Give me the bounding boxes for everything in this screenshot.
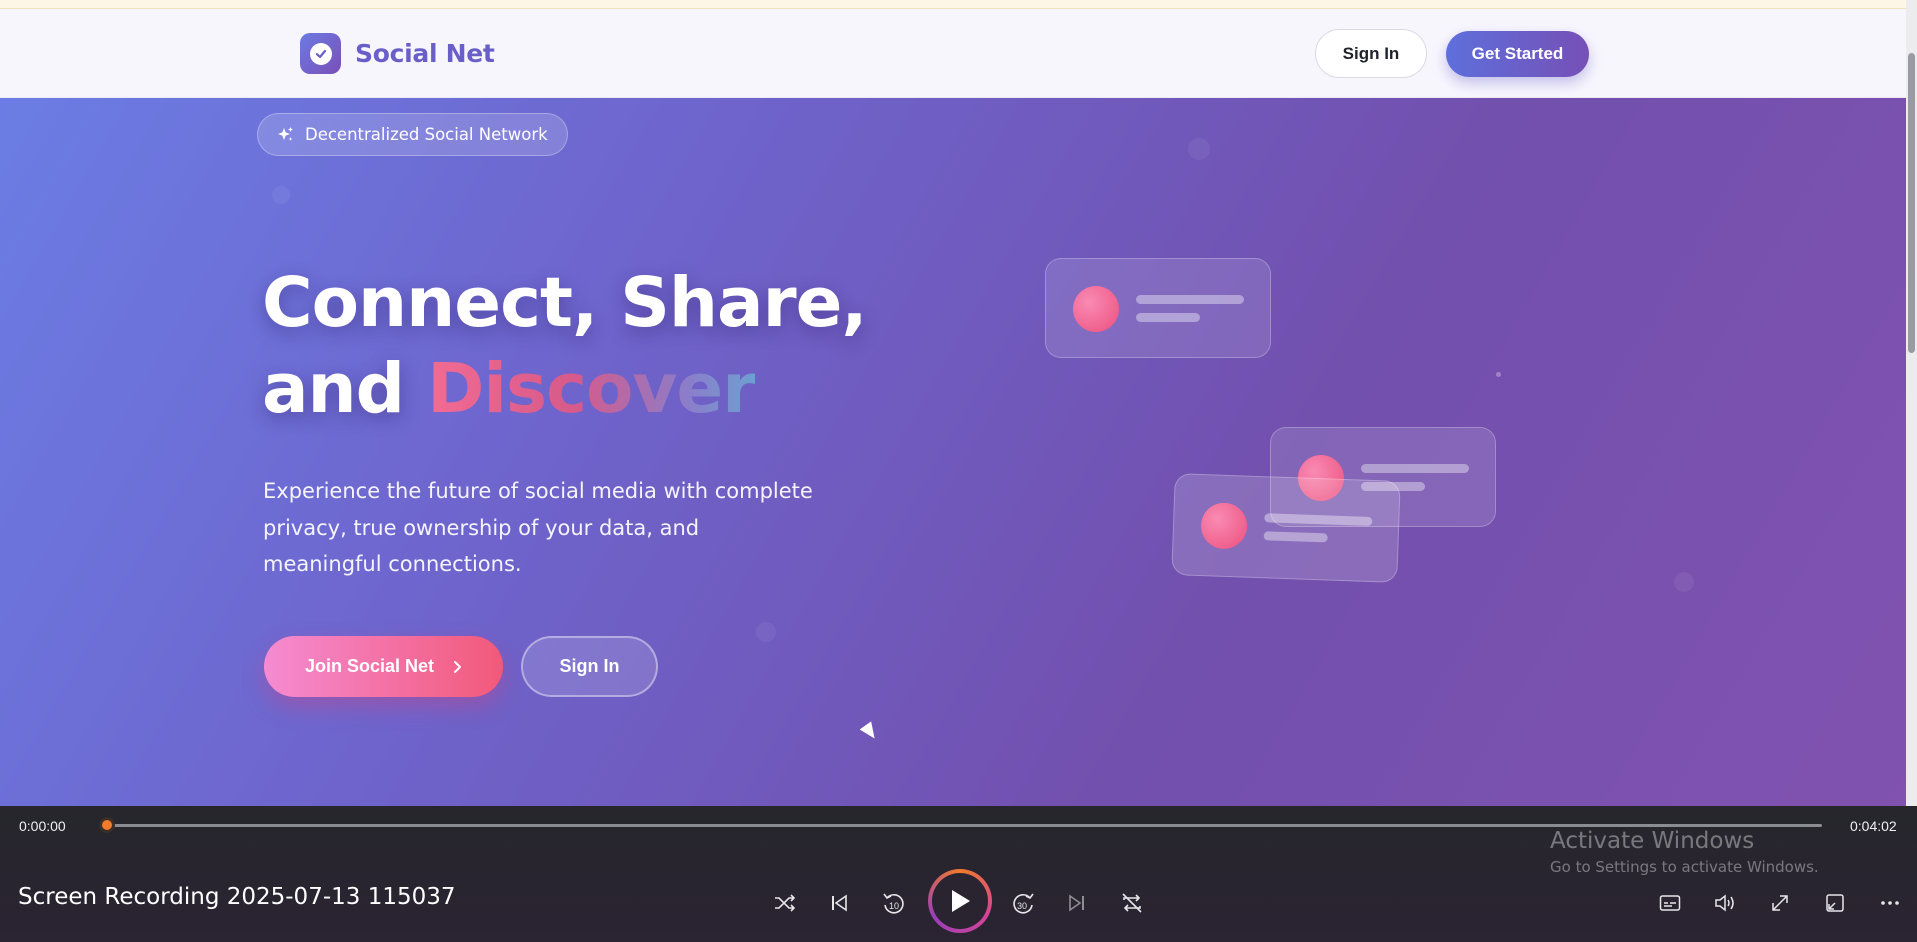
scrollbar-thumb[interactable]: [1908, 53, 1915, 353]
rewind-10-icon[interactable]: 10: [877, 886, 911, 920]
preview-card: [1045, 258, 1271, 358]
placeholder-line: [1136, 313, 1200, 322]
join-button-label: Join Social Net: [304, 656, 435, 676]
page-scrollbar[interactable]: [1906, 0, 1917, 806]
volume-icon[interactable]: [1708, 886, 1742, 920]
decor-dot: [272, 186, 290, 204]
captions-icon[interactable]: [1653, 886, 1687, 920]
placeholder-line: [1263, 531, 1328, 543]
decor-dot: [1188, 138, 1210, 160]
activate-title: Activate Windows: [1550, 828, 1755, 854]
total-duration: 0:04:02: [1850, 818, 1897, 834]
check-badge-icon: [300, 33, 341, 74]
media-player: 0:00:00 0:04:02 Activate Windows Go to S…: [0, 806, 1917, 942]
more-icon[interactable]: [1873, 886, 1907, 920]
hero-section: Decentralized Social Network Connect, Sh…: [0, 98, 1906, 806]
placeholder-line: [1361, 464, 1469, 473]
activate-windows-watermark: Activate Windows Go to Settings to activ…: [1550, 826, 1819, 878]
decor-dot: [1496, 372, 1501, 377]
nav-sign-in-button[interactable]: Sign In: [1315, 29, 1427, 78]
fullscreen-icon[interactable]: [1763, 886, 1797, 920]
hero-description: Experience the future of social media wi…: [263, 479, 813, 576]
top-strip: [0, 0, 1906, 9]
shuffle-icon[interactable]: [768, 886, 802, 920]
get-started-button[interactable]: Get Started: [1446, 31, 1589, 77]
placeholder-line: [1264, 513, 1373, 527]
navbar: Social Net Sign In Get Started: [0, 9, 1906, 98]
previous-icon[interactable]: [822, 886, 856, 920]
play-icon: [952, 890, 970, 912]
next-icon[interactable]: [1060, 886, 1094, 920]
rewind-10-label: 10: [889, 901, 899, 911]
play-button[interactable]: [928, 869, 992, 933]
brand-name: Social Net: [355, 39, 495, 68]
hero-badge-label: Decentralized Social Network: [305, 125, 548, 144]
headline-line-1: Connect, Share,: [262, 263, 868, 343]
sparkles-icon: [278, 126, 293, 141]
miniplayer-icon[interactable]: [1818, 886, 1852, 920]
decor-dot: [756, 622, 776, 642]
activate-subtitle: Go to Settings to activate Windows.: [1550, 858, 1819, 876]
hero-sign-in-button[interactable]: Sign In: [521, 636, 658, 697]
seek-knob[interactable]: [99, 817, 115, 833]
hero-headline: Connect, Share, and Discover: [262, 260, 868, 432]
hero-badge: Decentralized Social Network: [257, 113, 568, 156]
headline-accent: Discover: [427, 349, 756, 429]
mouse-cursor-icon: [859, 721, 881, 743]
elapsed-time: 0:00:00: [19, 818, 66, 834]
placeholder-line: [1136, 295, 1244, 304]
repeat-icon[interactable]: [1115, 886, 1149, 920]
forward-30-icon[interactable]: 30: [1006, 886, 1040, 920]
headline-and: and: [262, 349, 405, 429]
browser-viewport: Social Net Sign In Get Started Decentral…: [0, 0, 1917, 806]
brand-logo[interactable]: Social Net: [300, 33, 495, 74]
decor-dot: [1674, 572, 1694, 592]
join-button[interactable]: Join Social Net: [264, 636, 503, 697]
avatar: [1073, 286, 1119, 332]
preview-card: [1171, 473, 1401, 583]
forward-30-label: 30: [1017, 901, 1027, 911]
avatar: [1200, 502, 1248, 550]
recording-title: Screen Recording 2025-07-13 115037: [18, 884, 456, 910]
chevron-right-icon: [454, 660, 462, 673]
